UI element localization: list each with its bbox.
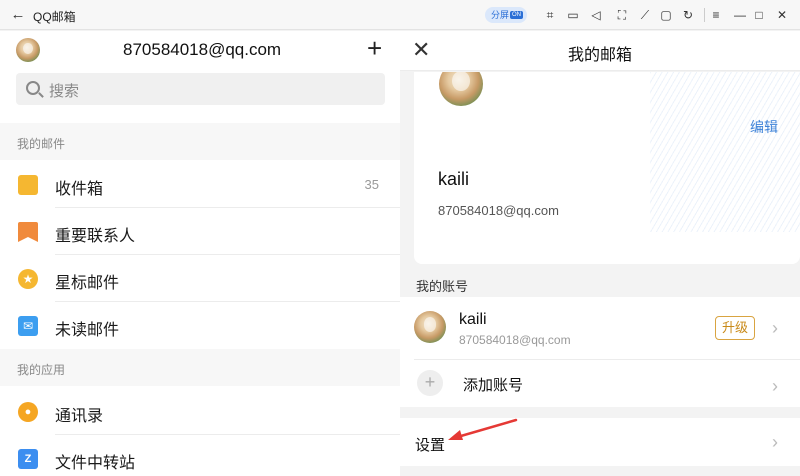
titlebar-divider	[704, 8, 705, 22]
settings-label: 设置	[415, 437, 446, 454]
folder-label: 收件箱	[55, 181, 104, 198]
minimize-icon[interactable]: —	[731, 6, 749, 24]
window-titlebar: ← QQ邮箱 分屏 ON ⌗ ▭ ◁ ⛶ ⟋ ▢ ↻ ≡ — □ ✕	[0, 0, 800, 30]
chevron-right-icon: ›	[772, 432, 778, 452]
add-icon: +	[417, 370, 443, 396]
star-icon: ★	[18, 269, 38, 289]
fullscreen-icon[interactable]: ⛶	[613, 6, 631, 24]
annotation-arrow-icon	[448, 418, 518, 440]
unread-count: 35	[364, 177, 379, 192]
app-item-file-transfer[interactable]: Z 文件中转站	[0, 436, 400, 476]
volume-icon[interactable]: ◁	[587, 6, 605, 24]
profile-avatar[interactable]	[439, 72, 483, 106]
bookmark-icon	[18, 222, 38, 242]
contacts-icon: ●	[18, 402, 38, 422]
chevron-right-icon: ›	[772, 318, 778, 338]
app-label: 通讯录	[55, 408, 104, 425]
divider	[414, 359, 800, 360]
accounts-card: kaili 870584018@qq.com 升级 › + 添加账号 ›	[400, 297, 800, 407]
maximize-icon[interactable]: □	[750, 6, 768, 24]
close-icon[interactable]: ✕	[773, 6, 791, 24]
back-arrow-icon[interactable]: ←	[8, 5, 28, 25]
my-mailbox-pane: 编辑 kaili 870584018@qq.com ✕ 我的邮箱 我的账号 ka…	[400, 31, 800, 476]
folder-label: 未读邮件	[55, 322, 120, 339]
account-name: kaili	[459, 311, 487, 328]
menu-icon[interactable]: ≡	[707, 6, 725, 24]
profile-email: 870584018@qq.com	[438, 203, 559, 218]
upgrade-button[interactable]: 升级	[715, 316, 755, 340]
divider	[55, 301, 400, 302]
split-screen-label: 分屏	[491, 10, 510, 20]
section-header-mail: 我的邮件	[0, 123, 400, 160]
section-label-my-apps: 我的应用	[17, 363, 66, 377]
profile-name: kaili	[438, 169, 470, 189]
folder-label: 星标邮件	[55, 275, 120, 292]
add-account-label: 添加账号	[463, 377, 524, 394]
folder-item-starred[interactable]: ★ 星标邮件	[0, 256, 400, 302]
folder-icon[interactable]: ▢	[657, 6, 675, 24]
split-screen-on-badge: ON	[510, 11, 523, 19]
compose-plus-icon[interactable]: +	[367, 33, 382, 63]
section-header-apps: 我的应用	[0, 349, 400, 386]
avatar[interactable]	[16, 38, 40, 62]
app-label: 文件中转站	[55, 455, 136, 472]
account-email[interactable]: 870584018@qq.com	[123, 40, 281, 60]
unread-mail-icon: ✉	[18, 316, 38, 336]
profile-card: 编辑 kaili 870584018@qq.com	[414, 72, 800, 264]
divider	[55, 434, 400, 435]
search-icon	[26, 81, 40, 95]
divider	[55, 207, 400, 208]
account-avatar	[414, 311, 446, 343]
account-header: 870584018@qq.com +	[0, 31, 400, 68]
folder-item-important-contacts[interactable]: 重要联系人	[0, 209, 400, 255]
search-placeholder: 搜索	[49, 83, 80, 100]
pane-header: ✕ 我的邮箱	[400, 31, 800, 71]
app-item-contacts[interactable]: ● 通讯录	[0, 389, 400, 435]
video-icon[interactable]: ▭	[564, 6, 582, 24]
folder-item-unread[interactable]: ✉ 未读邮件	[0, 303, 400, 349]
file-transfer-icon: Z	[18, 449, 38, 469]
pin-icon[interactable]: ⟋	[636, 6, 654, 24]
section-label-my-accounts: 我的账号	[416, 279, 469, 294]
split-screen-toggle[interactable]: 分屏 ON	[485, 7, 527, 23]
account-email: 870584018@qq.com	[459, 333, 571, 347]
folder-item-inbox[interactable]: 收件箱 35	[0, 162, 400, 208]
folder-label: 重要联系人	[55, 228, 136, 245]
search-input[interactable]: 搜索	[16, 73, 385, 105]
section-label-my-mail: 我的邮件	[17, 137, 66, 151]
page-title: 我的邮箱	[567, 47, 632, 64]
divider	[55, 254, 400, 255]
mail-folder-pane: 870584018@qq.com + 搜索 我的邮件 收件箱 35 重要联系人 …	[0, 31, 400, 476]
rotate-icon[interactable]: ↻	[679, 6, 697, 24]
inbox-icon	[18, 175, 38, 195]
window-title: QQ邮箱	[33, 10, 76, 24]
edit-profile-link[interactable]: 编辑	[750, 117, 778, 137]
crop-icon[interactable]: ⌗	[541, 6, 559, 24]
chevron-right-icon: ›	[772, 376, 778, 396]
